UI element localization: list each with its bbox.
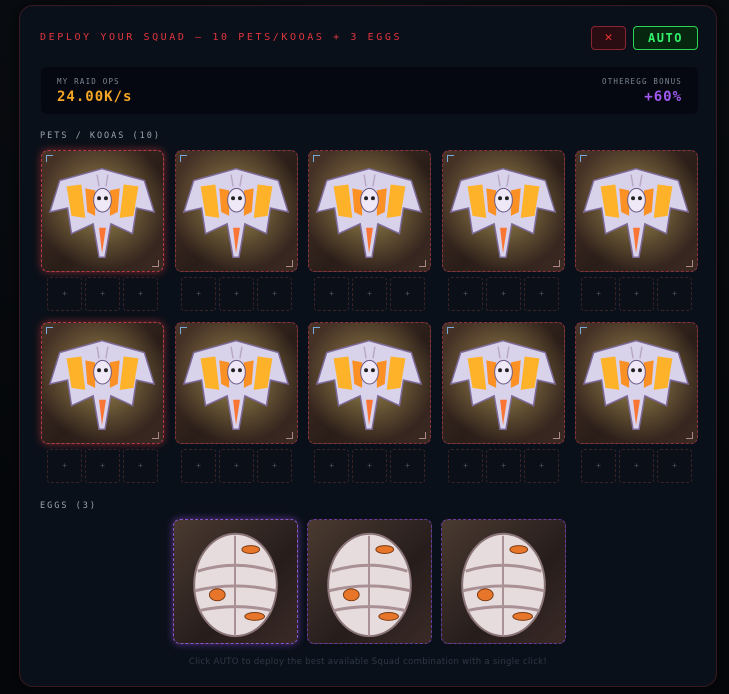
pet-card[interactable] (308, 322, 431, 444)
corner-decoration (180, 155, 187, 162)
equipment-slot[interactable]: + (524, 449, 559, 483)
bonus-label: OTHEREGG BONUS (601, 77, 682, 86)
equipment-slot[interactable]: + (486, 449, 521, 483)
egg-card[interactable] (173, 519, 298, 644)
equipment-slot[interactable]: + (448, 277, 483, 311)
pet-card[interactable] (575, 150, 698, 272)
corner-decoration (553, 260, 560, 267)
pet-card[interactable] (41, 322, 164, 444)
corner-decoration (447, 155, 454, 162)
corner-decoration (313, 155, 320, 162)
bat-dragon-pet-icon (576, 151, 697, 271)
footer-hint: Click AUTO to deploy the best available … (188, 657, 548, 667)
egg-card[interactable] (441, 519, 566, 644)
pet-card[interactable] (175, 322, 298, 444)
bat-dragon-pet-icon (309, 151, 430, 271)
equipment-slot[interactable]: + (219, 449, 254, 483)
pets-section-label: PETS / KOOAS (10) (40, 131, 161, 141)
raid-ops-value: 24.00K/s (57, 89, 133, 105)
corner-decoration (686, 260, 693, 267)
equipment-slot[interactable]: + (123, 277, 158, 311)
armored-egg-icon (193, 532, 278, 638)
equipment-slot[interactable]: + (257, 277, 292, 311)
corner-decoration (152, 432, 159, 439)
equipment-slot[interactable]: + (257, 449, 292, 483)
bat-dragon-pet-icon (443, 151, 564, 271)
equipment-slot[interactable]: + (85, 277, 120, 311)
equipment-slot[interactable]: + (657, 449, 692, 483)
pet-card[interactable] (575, 322, 698, 444)
equipment-slot[interactable]: + (581, 449, 616, 483)
armored-egg-icon (327, 532, 412, 638)
corner-decoration (180, 327, 187, 334)
corner-decoration (152, 260, 159, 267)
corner-decoration (46, 155, 53, 162)
corner-decoration (686, 432, 693, 439)
equipment-slot[interactable]: + (85, 449, 120, 483)
bat-dragon-pet-icon (176, 323, 297, 443)
equipment-slot[interactable]: + (619, 449, 654, 483)
corner-decoration (419, 260, 426, 267)
corner-decoration (313, 327, 320, 334)
raid-ops-label: MY RAID OPS (57, 77, 120, 86)
corner-decoration (580, 327, 587, 334)
stats-bar: MY RAID OPS 24.00K/s OTHEREGG BONUS +60% (41, 67, 698, 114)
equipment-slot[interactable]: + (581, 277, 616, 311)
bonus-value: +60% (644, 89, 682, 105)
bat-dragon-pet-icon (42, 323, 163, 443)
pet-card[interactable] (41, 150, 164, 272)
equipment-slot[interactable]: + (123, 449, 158, 483)
close-button[interactable]: ✕ (591, 26, 626, 50)
bat-dragon-pet-icon (42, 151, 163, 271)
equipment-slot[interactable]: + (657, 277, 692, 311)
squad-deploy-modal: DEPLOY YOUR SQUAD — 10 PETS/KOOAS + 3 EG… (19, 5, 717, 687)
equipment-slot[interactable]: + (47, 449, 82, 483)
armored-egg-icon (461, 532, 546, 638)
eggs-section-label: EGGS (3) (40, 501, 97, 511)
equipment-slot[interactable]: + (181, 277, 216, 311)
equipment-slot[interactable]: + (390, 277, 425, 311)
bat-dragon-pet-icon (309, 323, 430, 443)
modal-title: DEPLOY YOUR SQUAD — 10 PETS/KOOAS + 3 EG… (40, 32, 403, 43)
corner-decoration (286, 260, 293, 267)
bat-dragon-pet-icon (576, 323, 697, 443)
corner-decoration (580, 155, 587, 162)
equipment-slot[interactable]: + (314, 277, 349, 311)
bat-dragon-pet-icon (176, 151, 297, 271)
corner-decoration (447, 327, 454, 334)
equipment-slot[interactable]: + (352, 277, 387, 311)
equipment-slot[interactable]: + (486, 277, 521, 311)
corner-decoration (286, 432, 293, 439)
pet-card[interactable] (308, 150, 431, 272)
corner-decoration (553, 432, 560, 439)
pet-card[interactable] (175, 150, 298, 272)
equipment-slot[interactable]: + (181, 449, 216, 483)
corner-decoration (46, 327, 53, 334)
corner-decoration (419, 432, 426, 439)
pet-card[interactable] (442, 322, 565, 444)
pet-card[interactable] (442, 150, 565, 272)
equipment-slot[interactable]: + (47, 277, 82, 311)
equipment-slot[interactable]: + (219, 277, 254, 311)
equipment-slot[interactable]: + (390, 449, 425, 483)
equipment-slot[interactable]: + (619, 277, 654, 311)
equipment-slot[interactable]: + (352, 449, 387, 483)
egg-card[interactable] (307, 519, 432, 644)
auto-button[interactable]: AUTO (633, 26, 698, 50)
equipment-slot[interactable]: + (448, 449, 483, 483)
bat-dragon-pet-icon (443, 323, 564, 443)
equipment-slot[interactable]: + (314, 449, 349, 483)
equipment-slot[interactable]: + (524, 277, 559, 311)
